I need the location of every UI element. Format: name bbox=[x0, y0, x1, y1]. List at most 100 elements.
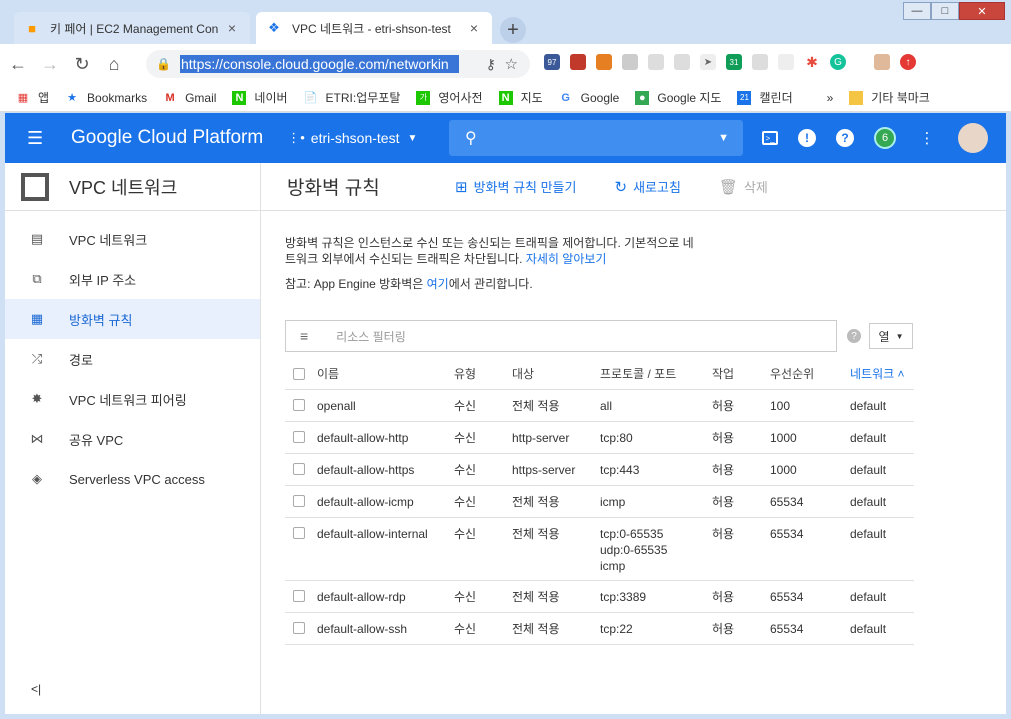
cell-protocol: tcp:443 bbox=[600, 453, 712, 486]
basket-extension-icon[interactable] bbox=[596, 54, 612, 70]
sidebar-item-peering[interactable]: ✸ VPC 네트워크 피어링 bbox=[5, 379, 260, 419]
column-header-priority[interactable]: 우선순위 bbox=[770, 359, 850, 390]
table-row[interactable]: openall 수신 전체 적용 all 허용 100 default bbox=[285, 389, 914, 422]
bookmark-google[interactable]: G Google bbox=[559, 90, 620, 105]
sidebar-item-external-ip[interactable]: ⧉ 외부 IP 주소 bbox=[5, 259, 260, 299]
column-header-type[interactable]: 유형 bbox=[454, 359, 512, 390]
product-title[interactable]: Google Cloud Platform bbox=[71, 127, 263, 149]
bookmark-other[interactable]: 기타 북마크 bbox=[849, 89, 930, 106]
app-engine-link[interactable]: 여기 bbox=[427, 277, 449, 291]
zoom-extension-icon[interactable] bbox=[778, 54, 794, 70]
star-icon[interactable]: ☆ bbox=[505, 55, 518, 73]
column-header-target[interactable]: 대상 bbox=[512, 359, 600, 390]
table-row[interactable]: default-allow-http 수신 http-server tcp:80 허용 1… bbox=[285, 421, 914, 454]
fx-extension-icon[interactable] bbox=[622, 54, 638, 70]
more-vert-icon[interactable]: ⋮ bbox=[916, 127, 938, 149]
delete-button[interactable]: 🗑 삭제 bbox=[719, 177, 768, 196]
columns-button[interactable]: 열 ▼ bbox=[869, 323, 913, 349]
tab-title: 키 페어 | EC2 Management Con bbox=[50, 21, 219, 36]
cloud-shell-icon[interactable]: >_ bbox=[762, 131, 778, 145]
browser-tab-ec2[interactable]: ■ 키 페어 | EC2 Management Con × bbox=[14, 12, 250, 44]
learn-more-link[interactable]: 자세히 알아보기 bbox=[526, 252, 607, 266]
address-bar[interactable]: 🔒 https://console.cloud.google.com/netwo… bbox=[146, 50, 530, 78]
search-dropdown-icon[interactable]: ▼ bbox=[718, 132, 729, 144]
cell-name: default-allow-icmp bbox=[317, 485, 454, 518]
column-header-protocol[interactable]: 프로토콜 / 포트 bbox=[600, 359, 712, 390]
search-bar[interactable]: ⚲ ▼ bbox=[449, 120, 743, 156]
maximize-button[interactable]: □ bbox=[931, 2, 959, 20]
bookmark-apps[interactable]: ▦ 앱 bbox=[16, 89, 49, 106]
project-selector[interactable]: ⋮• etri-shson-test ▼ bbox=[287, 130, 417, 146]
bookmark-bookmarks[interactable]: ★ Bookmarks bbox=[65, 91, 147, 105]
cell-action: 허용 bbox=[712, 389, 770, 422]
row-checkbox[interactable] bbox=[293, 526, 305, 539]
table-row[interactable]: default-allow-icmp 수신 전체 적용 icmp 허용 65534 defa… bbox=[285, 485, 914, 518]
sidebar-item-shared-vpc[interactable]: ⋈ 공유 VPC bbox=[5, 419, 260, 459]
table-row[interactable]: default-allow-https 수신 https-server tcp:443… bbox=[285, 453, 914, 486]
row-checkbox[interactable] bbox=[293, 494, 305, 507]
reload-icon[interactable]: ↻ bbox=[68, 50, 96, 78]
url-text[interactable]: https://console.cloud.google.com/network… bbox=[180, 55, 459, 73]
help-icon[interactable]: ? bbox=[847, 329, 861, 343]
close-tab-icon[interactable]: × bbox=[224, 20, 240, 36]
bookmark-etri[interactable]: 📄 ETRI:업무포탈 bbox=[304, 89, 401, 106]
create-firewall-rule-button[interactable]: ⊞ 방화벽 규칙 만들기 bbox=[455, 177, 576, 196]
table-row[interactable]: default-allow-internal 수신 전체 적용 tcp:0-65535… bbox=[285, 517, 914, 581]
table-row[interactable]: default-allow-rdp 수신 전체 적용 tcp:3389 허용 65534 d… bbox=[285, 580, 914, 613]
home-icon[interactable]: ⌂ bbox=[100, 50, 128, 78]
update-icon[interactable]: ↑ bbox=[900, 54, 916, 70]
bookmark-google-maps[interactable]: ● Google 지도 bbox=[635, 89, 721, 106]
menu-icon[interactable]: ☰ bbox=[27, 128, 47, 149]
bookmark-map[interactable]: N 지도 bbox=[498, 89, 543, 106]
cell-priority: 100 bbox=[770, 389, 850, 422]
bookmark-label: Google bbox=[580, 90, 620, 105]
book-extension-icon[interactable] bbox=[570, 54, 586, 70]
pdf-extension-icon[interactable] bbox=[674, 54, 690, 70]
column-header-name[interactable]: 이름 bbox=[317, 359, 454, 390]
row-checkbox[interactable] bbox=[293, 462, 305, 475]
bookmark-calendar[interactable]: 21 캘린더 bbox=[737, 89, 793, 106]
bookmark-gmail[interactable]: M Gmail bbox=[163, 91, 216, 105]
sidebar-item-routes[interactable]: ⤮ 경로 bbox=[5, 339, 260, 379]
project-icon: ⋮• bbox=[287, 130, 305, 145]
browser-tab-vpc[interactable]: ❖ VPC 네트워크 - etri-shson-test × bbox=[256, 12, 492, 44]
minimize-button[interactable]: — bbox=[903, 2, 931, 20]
asterisk-extension-icon[interactable]: ✱ bbox=[804, 54, 820, 70]
note-suffix: 에서 관리합니다. bbox=[448, 277, 533, 291]
column-header-network[interactable]: 네트워크 ˄ bbox=[850, 359, 914, 390]
sidebar-item-firewall[interactable]: ▦ 방화벽 규칙 bbox=[5, 299, 260, 339]
pin-extension-icon[interactable] bbox=[752, 54, 768, 70]
sidebar-item-serverless[interactable]: ◈ Serverless VPC access bbox=[5, 459, 260, 499]
cursor-extension-icon[interactable]: ➤ bbox=[700, 54, 716, 70]
table-row[interactable]: default-allow-ssh 수신 전체 적용 tcp:22 허용 65534 def… bbox=[285, 612, 914, 645]
filter-input[interactable]: ≡ 리소스 필터링 bbox=[285, 320, 837, 352]
help-icon[interactable]: ? bbox=[836, 129, 854, 147]
mail-extension-icon[interactable]: 97 bbox=[544, 54, 560, 70]
profile-icon[interactable] bbox=[874, 54, 890, 70]
row-checkbox[interactable] bbox=[293, 589, 305, 602]
close-tab-icon[interactable]: × bbox=[466, 20, 482, 36]
calendar-extension-icon[interactable]: 31 bbox=[726, 54, 742, 70]
bookmark-naver[interactable]: N 네이버 bbox=[232, 89, 288, 106]
key-icon[interactable]: ⚷ bbox=[486, 56, 496, 73]
grammarly-extension-icon[interactable]: G bbox=[830, 54, 846, 70]
forward-arrow-icon[interactable]: → bbox=[36, 50, 64, 78]
refresh-button[interactable]: ↻ 새로고침 bbox=[614, 177, 680, 196]
new-tab-button[interactable]: + bbox=[500, 17, 526, 43]
select-all-checkbox[interactable] bbox=[293, 368, 305, 381]
close-window-button[interactable]: ✕ bbox=[959, 2, 1005, 20]
sidebar-item-label: Serverless VPC access bbox=[69, 471, 205, 487]
row-checkbox[interactable] bbox=[293, 430, 305, 443]
copy-extension-icon[interactable] bbox=[648, 54, 664, 70]
notifications-icon[interactable]: 6 bbox=[874, 127, 896, 149]
row-checkbox[interactable] bbox=[293, 621, 305, 634]
back-arrow-icon[interactable]: ← bbox=[4, 50, 32, 78]
column-header-action[interactable]: 작업 bbox=[712, 359, 770, 390]
avatar[interactable] bbox=[958, 123, 988, 153]
feedback-icon[interactable]: ! bbox=[798, 129, 816, 147]
sidebar-item-vpc-networks[interactable]: ▤ VPC 네트워크 bbox=[5, 219, 260, 259]
bookmark-overflow[interactable]: » bbox=[827, 91, 834, 105]
collapse-sidebar-button[interactable]: <| bbox=[31, 682, 41, 696]
bookmark-dictionary[interactable]: 가 영어사전 bbox=[416, 89, 483, 106]
row-checkbox[interactable] bbox=[293, 398, 305, 411]
